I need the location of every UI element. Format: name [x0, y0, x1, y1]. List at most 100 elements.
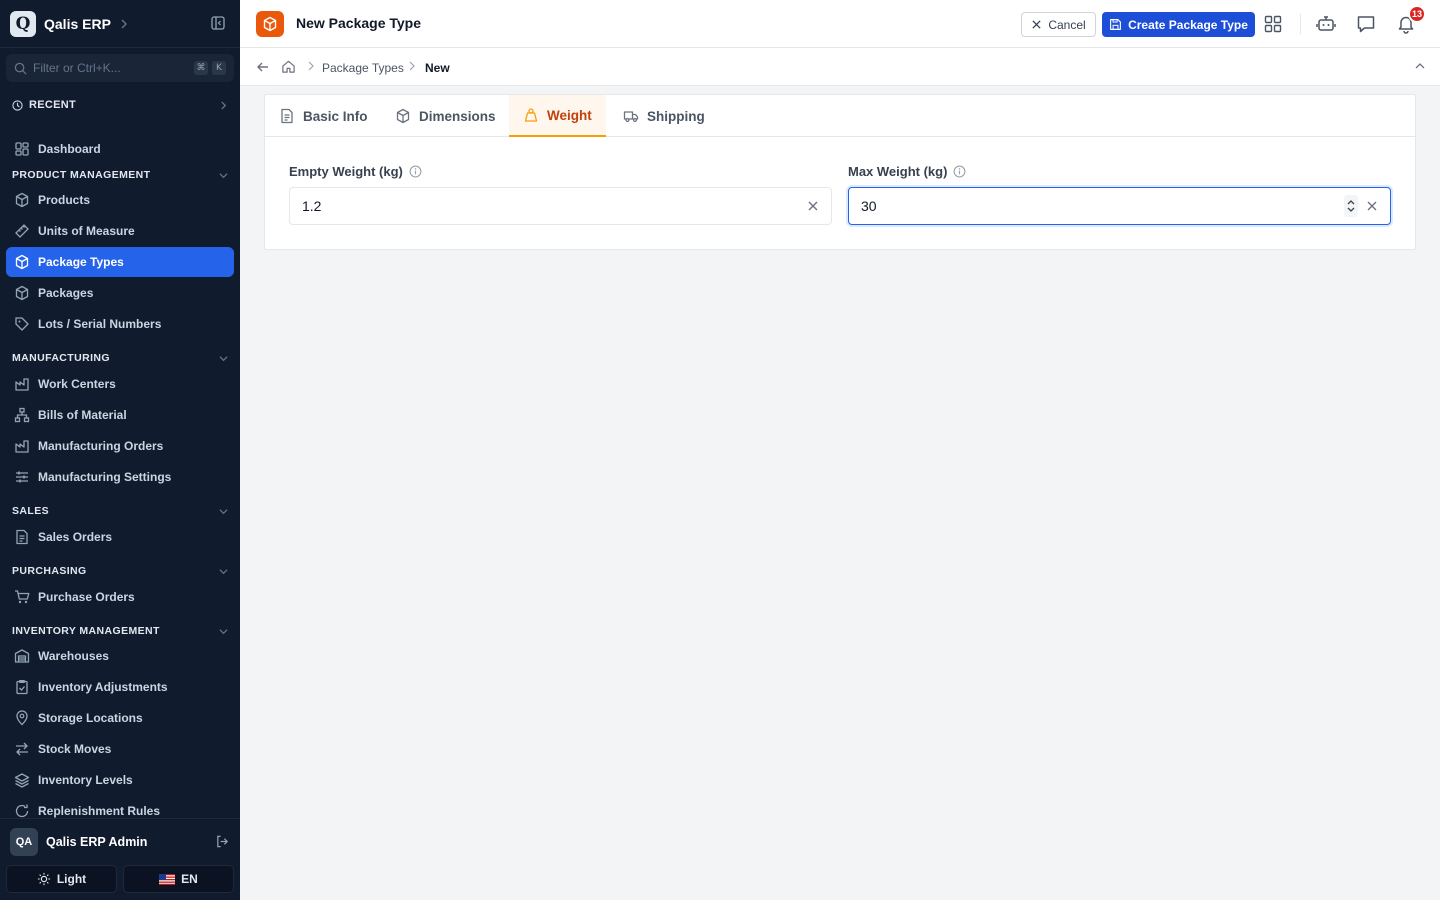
sidebar-item-packages[interactable]: Packages — [6, 278, 234, 308]
field-label-text: Max Weight (kg) — [848, 164, 948, 179]
cart-icon — [15, 590, 30, 604]
cancel-label: Cancel — [1048, 17, 1086, 32]
clipboard-check-icon — [16, 679, 28, 695]
sidebar-item-label: Package Types — [38, 255, 124, 269]
breadcrumb-package-types[interactable]: Package Types — [322, 61, 404, 75]
sidebar-item-stock-moves[interactable]: Stock Moves — [6, 734, 234, 764]
section-manufacturing[interactable]: MANUFACTURING — [12, 352, 228, 364]
breadcrumb: Package Types New — [240, 48, 1440, 86]
section-sales[interactable]: SALES — [12, 505, 228, 517]
max-weight-label: Max Weight (kg) — [848, 164, 966, 179]
sun-icon — [37, 872, 50, 886]
clock-icon — [12, 99, 23, 111]
hierarchy-icon — [14, 407, 30, 423]
form-tabs: Basic Info Dimensions Weight Shipping — [265, 95, 1415, 137]
section-purchasing[interactable]: PURCHASING — [12, 565, 228, 577]
create-label: Create Package Type — [1128, 17, 1248, 32]
sidebar-item-label: Replenishment Rules — [38, 804, 161, 818]
info-icon[interactable] — [409, 165, 422, 178]
tag-icon — [15, 317, 29, 331]
sidebar-item-label: Dashboard — [38, 142, 101, 156]
form-card: Basic Info Dimensions Weight Shipping Em… — [264, 94, 1416, 250]
sidebar-item-storage-locations[interactable]: Storage Locations — [6, 703, 234, 733]
chevron-down-icon — [219, 627, 228, 636]
tab-basic-info[interactable]: Basic Info — [265, 95, 382, 137]
back-arrow-icon[interactable] — [256, 60, 270, 74]
sidebar-item-inventory-adjustments[interactable]: Inventory Adjustments — [6, 672, 234, 702]
sidebar-item-label: Inventory Adjustments — [38, 680, 168, 694]
sidebar-item-work-centers[interactable]: Work Centers — [6, 369, 234, 399]
sidebar-item-units-of-measure[interactable]: Units of Measure — [6, 216, 234, 246]
logout-icon[interactable] — [215, 834, 230, 849]
sidebar-item-label: Purchase Orders — [38, 590, 135, 604]
top-header: New Package Type Cancel Create Package T… — [240, 0, 1440, 48]
clear-icon[interactable] — [1366, 200, 1378, 212]
chevron-right-icon — [307, 61, 315, 71]
create-package-type-button[interactable]: Create Package Type — [1102, 12, 1255, 37]
tab-weight[interactable]: Weight — [509, 95, 606, 137]
user-name[interactable]: Qalis ERP Admin — [46, 835, 215, 849]
section-inventory-management[interactable]: INVENTORY MANAGEMENT — [12, 625, 228, 637]
app-logo[interactable]: Q — [10, 10, 36, 37]
sidebar-item-label: Manufacturing Settings — [38, 470, 172, 484]
sidebar-item-lots-serial-numbers[interactable]: Lots / Serial Numbers — [6, 309, 234, 339]
sidebar-item-sales-orders[interactable]: Sales Orders — [6, 522, 234, 552]
chevron-up-icon[interactable] — [1414, 60, 1426, 72]
sidebar-item-products[interactable]: Products — [6, 185, 234, 215]
theme-toggle-button[interactable]: Light — [6, 865, 117, 893]
cancel-button[interactable]: Cancel — [1021, 12, 1096, 37]
bot-icon[interactable] — [1314, 12, 1338, 36]
warehouse-icon — [14, 649, 30, 663]
sidebar-item-manufacturing-orders[interactable]: Manufacturing Orders — [6, 431, 234, 461]
tab-label: Basic Info — [303, 108, 368, 124]
sidebar-item-warehouses[interactable]: Warehouses — [6, 641, 234, 671]
sidebar-item-replenishment-rules[interactable]: Replenishment Rules — [6, 796, 234, 818]
chat-icon[interactable] — [1354, 12, 1378, 36]
sidebar-toggle-icon[interactable] — [210, 15, 226, 31]
sidebar-item-manufacturing-settings[interactable]: Manufacturing Settings — [6, 462, 234, 492]
arrows-swap-icon — [16, 742, 28, 756]
sidebar-item-label: Lots / Serial Numbers — [38, 317, 162, 331]
sidebar-nav: Dashboard PRODUCT MANAGEMENT Products Un… — [0, 134, 240, 818]
sliders-icon — [16, 471, 28, 483]
sidebar-item-bills-of-material[interactable]: Bills of Material — [6, 400, 234, 430]
recent-section[interactable]: RECENT — [12, 99, 228, 111]
number-stepper[interactable] — [1344, 195, 1358, 217]
app-name[interactable]: Qalis ERP — [44, 16, 111, 32]
apps-grid-icon[interactable] — [1261, 12, 1285, 36]
clear-icon[interactable] — [807, 200, 819, 212]
sidebar-item-dashboard[interactable]: Dashboard — [6, 134, 234, 164]
save-icon — [1110, 19, 1122, 30]
sidebar-item-package-types[interactable]: Package Types — [6, 247, 234, 277]
box-icon — [15, 192, 29, 208]
empty-weight-label: Empty Weight (kg) — [289, 164, 422, 179]
tab-shipping[interactable]: Shipping — [609, 95, 719, 137]
chevron-right-icon — [408, 61, 416, 71]
section-product-management[interactable]: PRODUCT MANAGEMENT — [12, 169, 228, 181]
sidebar-item-inventory-levels[interactable]: Inventory Levels — [6, 765, 234, 795]
theme-label: Light — [56, 872, 87, 886]
box-icon — [15, 254, 29, 270]
document-icon — [281, 108, 293, 124]
avatar[interactable]: QA — [10, 827, 38, 856]
sidebar-item-purchase-orders[interactable]: Purchase Orders — [6, 582, 234, 612]
home-icon[interactable] — [281, 59, 296, 74]
ruler-icon — [15, 224, 29, 238]
info-icon[interactable] — [953, 165, 966, 178]
sidebar-item-label: Inventory Levels — [38, 773, 133, 787]
recent-label: RECENT — [29, 99, 77, 111]
user-bar: QA Qalis ERP Admin — [0, 818, 240, 864]
sidebar-item-label: Manufacturing Orders — [38, 439, 164, 453]
chevron-right-icon[interactable] — [119, 19, 129, 29]
language-button[interactable]: EN — [123, 865, 234, 893]
sidebar-item-label: Packages — [38, 286, 94, 300]
sidebar-filter-input[interactable]: Filter or Ctrl+K... ⌘ K — [6, 54, 234, 82]
tab-dimensions[interactable]: Dimensions — [381, 95, 510, 137]
breadcrumb-current: New — [425, 61, 450, 75]
empty-weight-field[interactable]: 1.2 — [289, 187, 832, 225]
sidebar-item-label: Units of Measure — [38, 224, 135, 238]
brand-bar: Q Qalis ERP — [0, 0, 240, 48]
section-label: SALES — [12, 505, 50, 517]
max-weight-field[interactable]: 30 — [848, 187, 1391, 225]
kbd-k: K — [212, 61, 226, 75]
